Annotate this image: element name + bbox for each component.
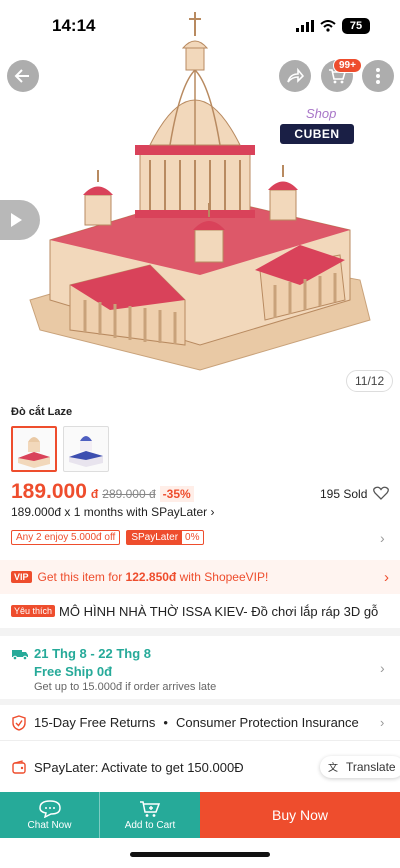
share-button[interactable] (279, 60, 311, 92)
wifi-icon (320, 20, 336, 32)
vip-text: Get this item for 122.850đ with ShopeeVI… (38, 570, 269, 584)
translate-button[interactable]: 文 Translate (320, 756, 400, 778)
original-price: 289.000 đ (102, 487, 156, 501)
variation-thumbnail-laser[interactable] (11, 426, 57, 472)
battery-indicator: 75 (342, 18, 370, 34)
spaylater-tag: SPayLater 0% (126, 530, 204, 545)
cart-count-badge: 99+ (333, 58, 362, 73)
vip-badge: VIP (11, 571, 32, 583)
shipping-row[interactable]: 21 Thg 8 - 22 Thg 8 Free Ship 0đ Get up … (0, 640, 400, 698)
share-icon (287, 67, 304, 83)
translate-icon: 文 (328, 761, 338, 773)
back-button[interactable] (7, 60, 39, 92)
buy-now-label: Buy Now (271, 807, 329, 823)
translate-label: Translate (346, 760, 396, 774)
chevron-right-icon: › (384, 568, 389, 586)
chevron-right-icon: › (380, 715, 385, 730)
status-time: 14:14 (52, 16, 96, 35)
guarantee-row[interactable]: 15-Day Free Returns • Consumer Protectio… (0, 705, 400, 741)
chat-now-label: Chat Now (27, 819, 72, 831)
bottom-action-bar: Chat Now Add to Cart Buy Now (0, 792, 400, 838)
current-price: 189.000 (11, 480, 87, 503)
more-vertical-icon (376, 68, 380, 84)
arrow-left-icon (14, 69, 29, 83)
add-to-cart-label: Add to Cart (124, 819, 176, 831)
shop-logo-name: CUBEN (280, 124, 354, 144)
free-ship-label: Free Ship 0đ (34, 664, 113, 679)
shop-logo-word: Shop (306, 106, 337, 121)
home-indicator[interactable] (130, 852, 270, 857)
price-row: 189.000 đ 289.000 đ -35% (11, 480, 194, 504)
chat-now-button[interactable]: Chat Now (0, 792, 100, 838)
wallet-icon (12, 760, 26, 774)
variation-label: Đò cắt Laze (11, 406, 73, 418)
spaylater-tag-rate: 0% (185, 532, 200, 543)
spaylater-activate-text: SPayLater: Activate to get 150.000Đ (34, 759, 244, 775)
sold-count: 195 Sold (320, 487, 368, 501)
vip-text-prefix: Get this item for (37, 570, 126, 584)
installment-text: 189.000đ x 1 months with SPayLater (11, 505, 208, 519)
chevron-right-icon: › (210, 505, 215, 519)
video-play-button[interactable] (0, 200, 40, 240)
late-delivery-note: Get up to 15.000đ if order arrives late (34, 681, 217, 693)
price-currency: đ (90, 487, 99, 501)
heart-icon[interactable] (373, 486, 389, 500)
discount-badge: -35% (159, 486, 194, 502)
shopee-vip-banner[interactable]: VIP Get this item for 122.850đ with Shop… (0, 560, 400, 594)
favorite-badge: Yêu thích (11, 605, 56, 617)
vip-text-suffix: with ShopeeVIP! (176, 570, 269, 584)
section-divider (0, 628, 400, 636)
voucher-tag: Any 2 enjoy 5.000đ off (11, 530, 121, 545)
product-title: MÔ HÌNH NHÀ THỜ ISSA KIEV- Đồ chơi lắp r… (59, 604, 379, 619)
bullet-separator: • (163, 715, 168, 730)
image-counter: 11/12 (346, 370, 394, 392)
promo-tags[interactable]: Any 2 enjoy 5.000đ off SPayLater 0% (11, 530, 204, 545)
product-title-row: Yêu thích MÔ HÌNH NHÀ THỜ ISSA KIEV- Đồ c… (11, 604, 400, 619)
variation-thumbnail-blue[interactable] (63, 426, 109, 472)
cart-plus-icon (140, 800, 161, 817)
more-options-button[interactable] (362, 60, 394, 92)
vip-amount: 122.850đ (125, 570, 177, 584)
variation-thumbnail-image (69, 436, 103, 467)
svg-text:文: 文 (328, 761, 338, 773)
free-returns-text: 15-Day Free Returns (34, 715, 156, 730)
buy-now-button[interactable]: Buy Now (200, 792, 400, 838)
insurance-text: Consumer Protection Insurance (175, 715, 359, 730)
shield-check-icon (12, 714, 26, 731)
truck-icon (12, 650, 28, 660)
signal-icon (296, 20, 314, 32)
play-icon (11, 213, 22, 227)
chevron-right-icon: › (380, 530, 385, 546)
add-to-cart-button[interactable]: Add to Cart (100, 792, 200, 838)
status-icons: 75 (296, 18, 370, 34)
variation-thumbnail-image (18, 437, 50, 468)
status-bar: 14:14 75 (0, 0, 400, 52)
chevron-right-icon: › (380, 660, 385, 676)
spaylater-tag-label: SPayLater (127, 531, 183, 544)
chat-icon (38, 799, 61, 818)
delivery-dates: 21 Thg 8 - 22 Thg 8 (34, 646, 152, 661)
installment-info[interactable]: 189.000đ x 1 months with SPayLater › (11, 505, 214, 519)
